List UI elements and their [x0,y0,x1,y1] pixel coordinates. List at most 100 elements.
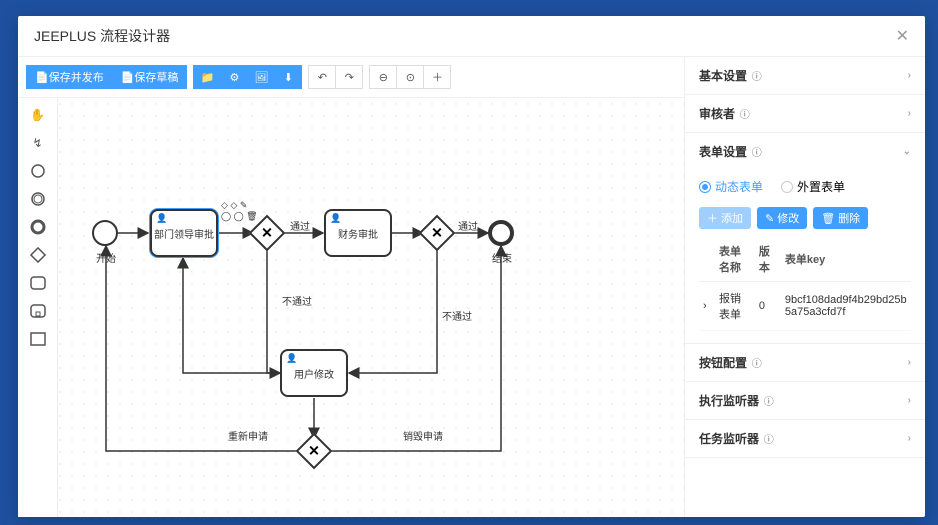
hand-tool[interactable]: ✋ [29,106,47,124]
zoom-in-icon: ＋ [432,69,443,85]
zoom-reset-button[interactable]: ⊙ [396,65,424,89]
task-user-modify[interactable]: 👤 用户修改 [280,349,348,397]
gear-icon: ⚙ [229,71,239,84]
chevron-right-icon: › [908,395,911,406]
chevron-right-icon: › [908,357,911,368]
info-icon: ⓘ [749,148,762,159]
edge-pass1-label: 通过 [290,218,310,233]
user-task-icon: 👤 [330,213,341,224]
gateway-2[interactable] [419,215,456,252]
task-finance-review[interactable]: 👤 财务审批 [324,209,392,257]
expand-row-icon[interactable]: › [699,282,715,331]
diagram-canvas[interactable]: 开始 👤 部门领导审批 ◇ ◇ ✎◯ ◯ 🗑 通过 👤 财务审批 通过 [58,98,684,517]
folder-icon: 📁 [201,71,215,84]
redo-button[interactable]: ↷ [335,65,363,89]
end-event-tool[interactable] [29,218,47,236]
chevron-right-icon: › [908,70,911,81]
cell-form-name: 报销表单 [715,282,755,331]
undo-icon: ↶ [318,71,327,84]
toolbar: 📄 保存并发布 📄 保存草稿 📁 ⚙ 🖼 ⬇ ↶ ↷ ⊖ ⊙ ＋ [18,57,684,98]
end-event[interactable] [488,220,514,246]
task-user-modify-label: 用户修改 [294,366,334,381]
section-exec-listener-header[interactable]: 执行监听器 ⓘ › [685,382,925,419]
data-object-tool[interactable] [29,330,47,348]
end-label: 结束 [492,250,512,265]
canvas-wrap: ✋ ↯ [18,98,684,517]
col-version: 版本 [755,237,781,282]
gateway-tool[interactable] [29,246,47,264]
section-form-settings: 表单设置 ⓘ ⌄ 动态表单 外置表单 ＋ 添加 ✎ 修改 🗑 删除 [685,133,925,344]
redo-icon: ↷ [345,71,354,84]
chevron-right-icon: › [908,433,911,444]
add-label: 添加 [721,210,743,226]
section-basic-title: 基本设置 [699,69,747,83]
section-reviewers-header[interactable]: 审核者 ⓘ › [685,95,925,132]
properties-panel: 基本设置 ⓘ › 审核者 ⓘ › 表单设置 ⓘ ⌄ 动态表单 外置 [685,57,925,517]
context-pad[interactable]: ◇ ◇ ✎◯ ◯ 🗑 [221,200,258,222]
section-exec-listener-title: 执行监听器 [699,394,759,408]
info-icon: ⓘ [761,397,774,408]
section-button-config: 按钮配置 ⓘ › [685,344,925,382]
start-event[interactable] [92,220,118,246]
radio-dot-icon [781,181,793,193]
subprocess-tool[interactable] [29,302,47,320]
modal-title: JEEPLUS 流程设计器 [34,26,170,46]
edge-cancel-label: 销毁申请 [403,428,443,443]
designer-modal: JEEPLUS 流程设计器 ✕ 📄 保存并发布 📄 保存草稿 📁 ⚙ 🖼 ⬇ ↶… [18,16,925,517]
undo-button[interactable]: ↶ [308,65,336,89]
col-form-name: 表单名称 [715,237,755,282]
info-icon: ⓘ [749,72,762,83]
download-button[interactable]: ⬇ [274,65,302,89]
settings-button[interactable]: ⚙ [220,65,248,89]
task-dept-review[interactable]: 👤 部门领导审批 [150,209,218,257]
section-exec-listener: 执行监听器 ⓘ › [685,382,925,420]
radio-external-form[interactable]: 外置表单 [781,178,845,195]
modal-header: JEEPLUS 流程设计器 ✕ [18,16,925,57]
radio-dynamic-label: 动态表单 [715,178,763,195]
section-basic-header[interactable]: 基本设置 ⓘ › [685,57,925,94]
zoom-in-button[interactable]: ＋ [423,65,451,89]
user-task-icon: 👤 [156,213,167,224]
palette: ✋ ↯ [18,98,58,517]
lasso-tool[interactable]: ↯ [29,134,47,152]
form-table: 表单名称 版本 表单key › 报销表单 0 9bcf108dad9f4b29b… [699,237,911,331]
info-icon: ⓘ [737,110,750,121]
image-button[interactable]: 🖼 [247,65,275,89]
start-event-tool[interactable] [29,162,47,180]
edit-label: 修改 [777,210,799,226]
delete-form-button[interactable]: 🗑 删除 [813,207,868,229]
modal-body: 📄 保存并发布 📄 保存草稿 📁 ⚙ 🖼 ⬇ ↶ ↷ ⊖ ⊙ ＋ [18,57,925,517]
intermediate-event-tool[interactable] [29,190,47,208]
radio-external-label: 外置表单 [797,178,845,195]
task-tool[interactable] [29,274,47,292]
edit-form-button[interactable]: ✎ 修改 [757,207,807,229]
section-task-listener-header[interactable]: 任务监听器 ⓘ › [685,420,925,457]
start-label: 开始 [96,250,116,265]
task-finance-review-label: 财务审批 [338,226,378,241]
add-form-button[interactable]: ＋ 添加 [699,207,751,229]
gateway-3[interactable] [296,433,333,470]
edge-resubmit-label: 重新申请 [228,428,268,443]
folder-open-button[interactable]: 📁 [193,65,221,89]
edge-fail2-label: 不通过 [442,308,472,323]
radio-dynamic-form[interactable]: 动态表单 [699,178,763,195]
save-publish-button[interactable]: 📄 保存并发布 [26,65,113,89]
table-row[interactable]: › 报销表单 0 9bcf108dad9f4b29bd25b5a75a3cfd7… [699,282,911,331]
close-icon[interactable]: ✕ [896,26,909,46]
delete-label: 删除 [838,210,860,226]
section-button-config-title: 按钮配置 [699,356,747,370]
section-form-settings-body: 动态表单 外置表单 ＋ 添加 ✎ 修改 🗑 删除 表单名称 版本 表单ke [685,170,925,343]
chevron-down-icon: ⌄ [903,146,911,157]
section-form-settings-title: 表单设置 [699,145,747,159]
form-type-radios: 动态表单 外置表单 [699,178,911,195]
zoom-out-button[interactable]: ⊖ [369,65,397,89]
info-icon: ⓘ [761,435,774,446]
user-task-icon: 👤 [286,353,297,364]
save-draft-button[interactable]: 📄 保存草稿 [112,65,188,89]
section-form-settings-header[interactable]: 表单设置 ⓘ ⌄ [685,133,925,170]
radio-dot-icon [699,181,711,193]
editor-area: 📄 保存并发布 📄 保存草稿 📁 ⚙ 🖼 ⬇ ↶ ↷ ⊖ ⊙ ＋ [18,57,685,517]
section-button-config-header[interactable]: 按钮配置 ⓘ › [685,344,925,381]
cell-form-key: 9bcf108dad9f4b29bd25b5a75a3cfd7f [781,282,911,331]
zoom-out-icon: ⊖ [379,71,388,84]
